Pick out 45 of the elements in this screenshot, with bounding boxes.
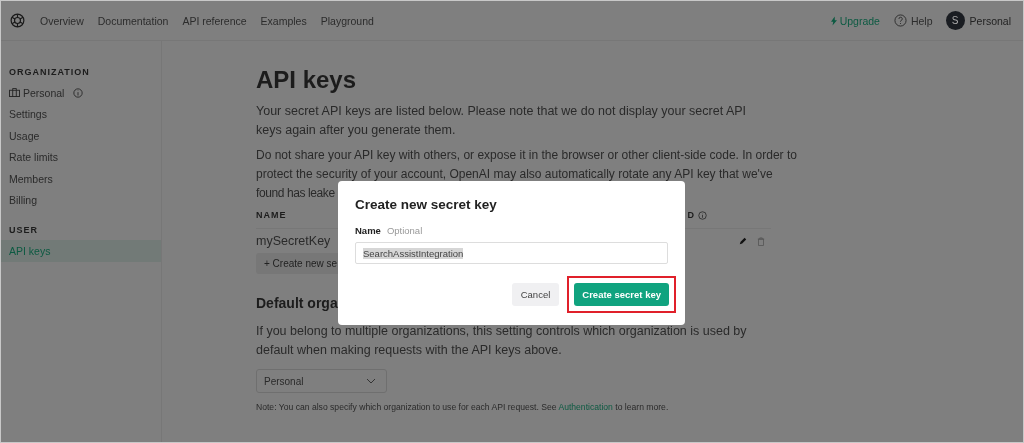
warning-text: found has leake	[256, 185, 335, 202]
section-title: Default orga	[256, 295, 338, 311]
description-text: Your secret API keys are listed below. Please note that we do not display your secret API keys again after you generate them.	[256, 103, 748, 139]
nav-link[interactable]: Examples	[260, 14, 307, 27]
sidebar-item[interactable]: Rate limits	[1, 146, 161, 168]
nav-link[interactable]: Documentation	[97, 14, 169, 27]
sidebar-item[interactable]: Personal	[1, 82, 161, 104]
name-input[interactable]: SearchAssistIntegration	[355, 242, 668, 264]
upgrade-link[interactable]: Upgrade	[830, 14, 880, 27]
help-link[interactable]: Help	[893, 14, 933, 27]
field-label: Name	[355, 225, 381, 236]
dialog-title: Create new secret key	[355, 197, 498, 212]
note-text: Note: You can also specify which organization to use for each API request. See Authentication to learn more.	[256, 402, 670, 412]
sidebar-item[interactable]: Usage	[1, 125, 161, 147]
avatar[interactable]: S	[945, 11, 965, 30]
help-icon	[893, 14, 907, 27]
page-title: API keys	[256, 66, 358, 94]
nav-link[interactable]: API reference	[182, 14, 247, 27]
column-header: NAME	[256, 210, 287, 220]
briefcase-icon	[9, 88, 20, 98]
info-icon	[73, 87, 84, 98]
lightning-icon	[830, 15, 837, 26]
authentication-link[interactable]: Authentication	[558, 402, 613, 412]
create-secret-key-button[interactable]: Create secret key	[574, 283, 669, 306]
warning-text: protect the security of your account, OpenAI may also automatically rotate any API key that we've	[256, 166, 773, 183]
nav-link[interactable]: Playground	[320, 14, 374, 27]
organization-select[interactable]: Personal	[256, 369, 387, 393]
sidebar-item[interactable]: Settings	[1, 103, 161, 125]
cancel-button[interactable]: Cancel	[511, 283, 560, 306]
pencil-icon[interactable]	[739, 236, 747, 245]
field-hint: Optional	[386, 225, 423, 236]
column-header: D	[687, 210, 695, 220]
sidebar-item[interactable]: API keys	[1, 240, 161, 262]
sidebar-heading: ORGANIZATION	[8, 67, 91, 79]
account-name[interactable]: Personal	[969, 14, 1011, 27]
sidebar-item[interactable]: Billing	[1, 189, 161, 211]
description-text: If you belong to multiple organizations, this setting controls which organization is used by default when making requests with the API keys above.	[256, 323, 748, 359]
sidebar-item[interactable]: Members	[1, 168, 161, 190]
key-name: mySecretKey	[256, 234, 331, 248]
nav-link[interactable]: Overview	[40, 14, 84, 27]
logo-icon[interactable]	[9, 12, 26, 29]
chevron-down-icon	[366, 378, 376, 384]
info-icon	[698, 210, 707, 220]
warning-text: Do not share your API key with others, or expose it in the browser or other client-side code. In order to	[256, 147, 797, 164]
sidebar-heading: USER	[8, 225, 39, 237]
